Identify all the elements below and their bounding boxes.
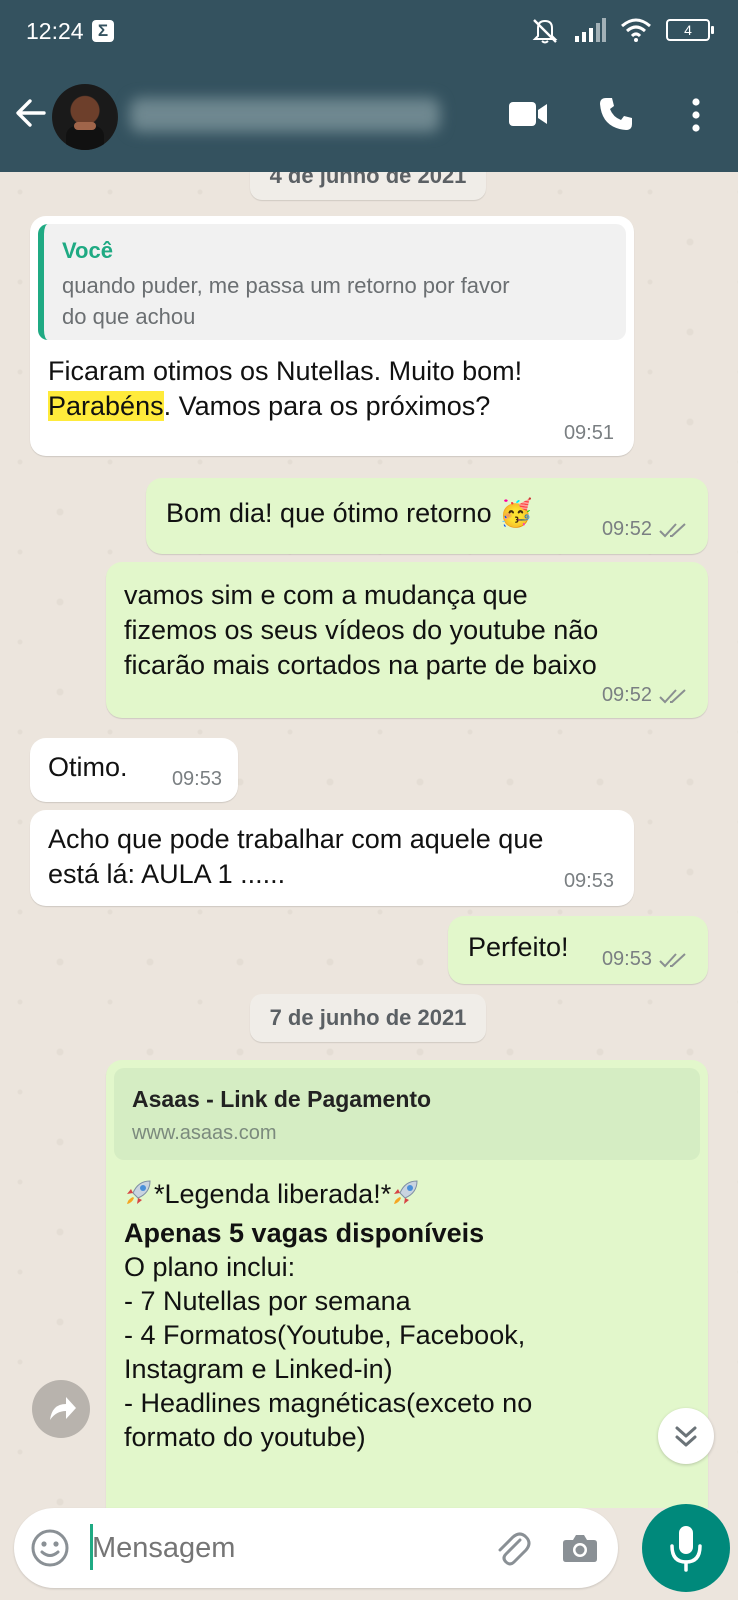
message-composer xyxy=(14,1508,618,1588)
message-text: Otimo. xyxy=(48,752,128,782)
quote-author: Você xyxy=(62,238,113,263)
read-receipt-icon xyxy=(659,522,686,537)
double-chevron-down-icon xyxy=(675,1426,697,1447)
mute-bell-icon xyxy=(532,19,558,44)
notification-sigma-icon: Σ xyxy=(92,20,114,42)
scroll-to-bottom-button[interactable] xyxy=(658,1408,714,1464)
message-input[interactable] xyxy=(92,1526,392,1570)
forward-button[interactable] xyxy=(32,1380,90,1438)
message-time: 09:52 xyxy=(601,518,652,540)
more-options-icon[interactable] xyxy=(690,98,702,132)
message-outgoing[interactable]: Bom dia! que ótimo retorno 🥳 09:52 xyxy=(146,478,708,554)
status-bar: 12:24 Σ 4 xyxy=(0,0,738,62)
chat-area[interactable]: 4 de junho de 2021 Você quando puder, me… xyxy=(0,172,738,1508)
message-incoming[interactable]: Acho que pode trabalhar com aquele que e… xyxy=(30,810,634,906)
rocket-emoji-icon xyxy=(127,1180,151,1204)
message-text: Ficaram otimos os Nutellas. Muito bom! xyxy=(48,356,523,386)
date-chip: 7 de junho de 2021 xyxy=(250,994,486,1042)
camera-icon[interactable] xyxy=(560,1528,600,1568)
link-preview-title: Asaas - Link de Pagamento xyxy=(132,1086,432,1112)
chat-header xyxy=(0,62,738,172)
message-text: Acho que pode trabalhar com aquele que xyxy=(48,824,544,854)
status-time: 12:24 xyxy=(26,18,84,44)
message-time: 09:53 xyxy=(171,768,222,790)
read-receipt-icon xyxy=(659,688,686,703)
contact-avatar[interactable] xyxy=(52,84,118,150)
message-outgoing[interactable]: Asaas - Link de Pagamento www.asaas.com … xyxy=(106,1060,708,1508)
signal-icon xyxy=(575,18,606,42)
link-preview-card[interactable]: Asaas - Link de Pagamento www.asaas.com xyxy=(114,1068,700,1160)
voice-record-button[interactable] xyxy=(642,1504,730,1592)
message-outgoing[interactable]: vamos sim e com a mudança que fizemos os… xyxy=(106,562,708,718)
message-text: Instagram e Linked-in) xyxy=(124,1354,393,1384)
message-caption: *Legenda liberada!* xyxy=(154,1179,392,1209)
video-call-icon[interactable] xyxy=(508,100,548,128)
back-arrow-icon[interactable] xyxy=(14,96,48,130)
rocket-emoji-icon xyxy=(394,1180,418,1204)
message-text: Perfeito! xyxy=(468,932,569,962)
quoted-message[interactable]: Você quando puder, me passa um retorno p… xyxy=(38,224,626,340)
emoji-icon[interactable] xyxy=(30,1528,70,1568)
link-preview-url: www.asaas.com xyxy=(132,1122,277,1144)
message-time: 09:53 xyxy=(601,948,652,970)
message-text: - Headlines magnéticas(exceto no xyxy=(124,1388,533,1418)
message-bold-line: Apenas 5 vagas disponíveis xyxy=(124,1218,485,1248)
message-outgoing[interactable]: Perfeito! 09:53 xyxy=(448,916,708,984)
wifi-icon xyxy=(621,18,651,42)
forward-icon xyxy=(50,1397,76,1420)
message-text: - 4 Formatos(Youtube, Facebook, xyxy=(124,1320,526,1350)
quote-text-line: quando puder, me passa um retorno por fa… xyxy=(62,273,510,298)
battery-icon: 4 xyxy=(666,19,714,41)
quote-text-line: do que achou xyxy=(62,304,196,329)
voice-call-icon[interactable] xyxy=(598,96,634,132)
attach-paperclip-icon[interactable] xyxy=(492,1528,532,1568)
message-text: formato do youtube) xyxy=(124,1422,366,1452)
message-incoming[interactable]: Otimo. 09:53 xyxy=(30,738,238,802)
message-text: está lá: AULA 1 ...... xyxy=(48,859,286,889)
message-time: 09:53 xyxy=(563,870,614,892)
message-time: 09:51 xyxy=(563,422,614,444)
message-text: - 7 Nutellas por semana xyxy=(124,1286,411,1316)
message-time: 09:52 xyxy=(601,684,652,706)
message-incoming[interactable]: Você quando puder, me passa um retorno p… xyxy=(30,216,634,456)
message-text: ficarão mais cortados na parte de baixo xyxy=(124,650,597,680)
message-text: . Vamos para os próximos? xyxy=(163,391,491,421)
message-text: Bom dia! que ótimo retorno 🥳 xyxy=(166,498,533,528)
message-text: vamos sim e com a mudança que xyxy=(124,580,528,610)
date-chip: 4 de junho de 2021 xyxy=(250,172,486,200)
contact-name-blurred[interactable] xyxy=(130,98,440,132)
highlighted-word: Parabéns xyxy=(48,391,164,421)
read-receipt-icon xyxy=(659,952,686,967)
message-text: O plano inclui: xyxy=(124,1252,296,1282)
microphone-icon xyxy=(670,1526,702,1572)
message-text: fizemos os seus vídeos do youtube não xyxy=(124,615,599,645)
